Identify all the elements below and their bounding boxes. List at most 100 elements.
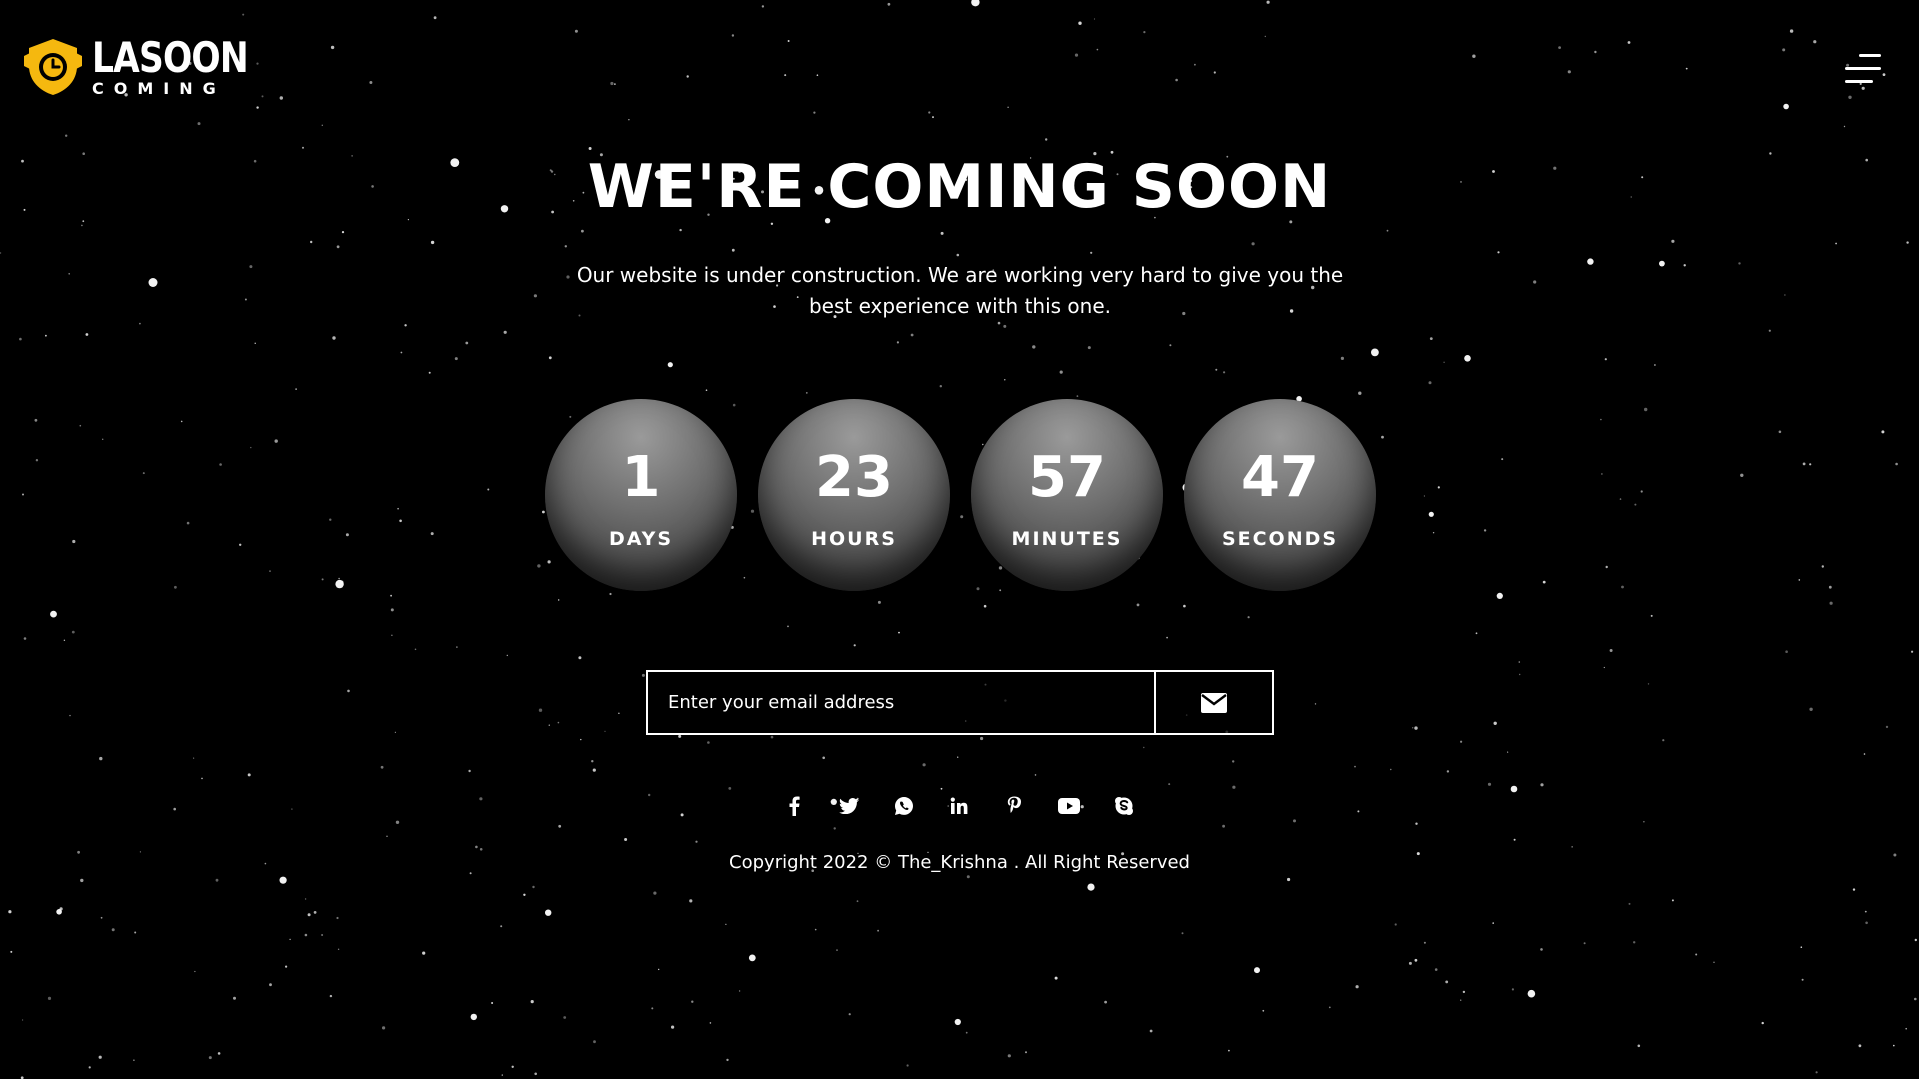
youtube-link[interactable] (1053, 792, 1085, 820)
star (761, 5, 765, 8)
star (45, 334, 47, 337)
subscribe-button[interactable] (1154, 672, 1272, 733)
star (414, 648, 417, 651)
hamburger-menu-icon[interactable] (1841, 52, 1881, 86)
star (1483, 529, 1487, 532)
star (256, 106, 259, 109)
linkedin-link[interactable] (943, 792, 975, 820)
brand-logo[interactable]: LASOON COMING (22, 36, 282, 98)
countdown-hours: 23 HOURS (758, 399, 950, 591)
star (725, 923, 727, 925)
star (139, 322, 141, 325)
star (470, 1013, 477, 1021)
star (142, 472, 145, 475)
star (1621, 585, 1624, 589)
star (313, 911, 317, 914)
star (1603, 666, 1605, 669)
star (1643, 821, 1645, 823)
star (1423, 941, 1426, 944)
countdown-value: 1 (621, 445, 661, 510)
star (667, 362, 673, 368)
star (1507, 751, 1509, 753)
envelope-icon (1201, 692, 1227, 713)
star (197, 122, 201, 126)
star (1168, 783, 1171, 786)
menu-line (1845, 80, 1873, 83)
twitter-link[interactable] (833, 792, 865, 820)
star (648, 793, 651, 797)
star (1627, 41, 1631, 44)
star (853, 644, 856, 647)
star (940, 787, 943, 790)
star (545, 909, 552, 916)
star (1802, 462, 1806, 466)
star (98, 1055, 102, 1059)
star (1464, 355, 1471, 362)
star (836, 949, 838, 951)
page-description: Our website is under construction. We ar… (576, 263, 1344, 318)
star (1782, 48, 1786, 52)
star (1609, 649, 1613, 652)
star (1798, 579, 1801, 581)
star (538, 708, 543, 712)
star (848, 1013, 851, 1016)
star (641, 673, 645, 677)
skype-link[interactable] (1108, 792, 1140, 820)
star (1815, 1071, 1818, 1074)
star (1542, 580, 1546, 584)
star (563, 1016, 567, 1019)
star (65, 134, 68, 137)
star (1644, 407, 1648, 412)
star (1472, 54, 1476, 58)
star (269, 983, 272, 987)
star (1462, 990, 1466, 994)
star (394, 731, 396, 733)
star (1594, 50, 1597, 54)
star (558, 599, 560, 601)
email-field[interactable] (648, 672, 1154, 733)
star (1567, 70, 1571, 74)
star (295, 388, 297, 390)
star (100, 916, 103, 919)
star (475, 845, 478, 849)
star (1390, 768, 1392, 771)
star (1340, 356, 1344, 360)
star (71, 630, 75, 634)
star (1460, 740, 1463, 743)
star (679, 228, 682, 232)
brand-tagline: COMING (92, 79, 226, 98)
linkedin-icon (950, 797, 968, 814)
star (1475, 632, 1478, 635)
star (1784, 294, 1786, 296)
star (1354, 765, 1356, 768)
whatsapp-link[interactable] (888, 792, 920, 820)
star (1895, 462, 1898, 466)
star (564, 245, 567, 248)
star (1492, 922, 1494, 924)
star (1647, 683, 1650, 685)
star (1713, 961, 1715, 963)
star (787, 40, 790, 42)
star (1087, 346, 1091, 350)
star (1893, 1044, 1895, 1047)
star (340, 580, 344, 584)
star (1371, 348, 1379, 357)
star (1540, 783, 1544, 787)
menu-line (1845, 67, 1881, 70)
star (1423, 495, 1425, 497)
star (1861, 86, 1865, 90)
star (1078, 21, 1082, 25)
star (321, 578, 324, 581)
pinterest-link[interactable] (998, 792, 1030, 820)
facebook-link[interactable] (778, 792, 810, 820)
star (1428, 381, 1432, 385)
star (1865, 921, 1868, 925)
star (134, 931, 137, 934)
star (537, 564, 541, 568)
star (530, 1000, 534, 1004)
star (578, 656, 582, 660)
star (1076, 395, 1079, 397)
star (310, 240, 313, 244)
star (479, 797, 483, 801)
star (1183, 604, 1186, 608)
